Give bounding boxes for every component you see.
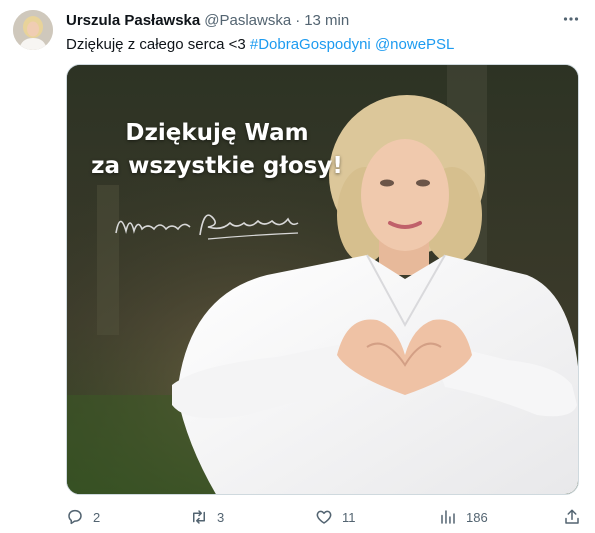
author-display-name[interactable]: Urszula Pasławska <box>66 12 200 29</box>
share-icon <box>563 508 581 526</box>
reply-count: 2 <box>93 509 101 525</box>
author-handle[interactable]: @Paslawska <box>204 12 291 29</box>
retweet-count: 3 <box>217 509 225 525</box>
mention-link[interactable]: @nowePSL <box>375 36 454 53</box>
reply-icon <box>66 508 84 526</box>
more-icon <box>562 10 580 33</box>
tweet-text: Dziękuję z całego serca <3 #DobraGospody… <box>66 36 454 54</box>
tweet[interactable]: Urszula Pasławska @Paslawska · 13 min Dzięk… <box>0 0 595 533</box>
more-options-button[interactable] <box>560 10 582 32</box>
retweet-button[interactable]: 3 <box>190 508 224 526</box>
hashtag-link[interactable]: #DobraGospodyni <box>250 36 371 53</box>
avatar[interactable] <box>13 10 53 50</box>
tweet-media-image[interactable]: Dziękuję Wam za wszystkie głosy! <box>66 64 579 495</box>
retweet-icon <box>190 508 208 526</box>
like-button[interactable]: 11 <box>315 508 356 526</box>
separator-dot: · <box>295 12 301 29</box>
headline-line-2: za wszystkie głosy! <box>91 153 343 179</box>
tweet-timestamp[interactable]: 13 min <box>304 12 349 29</box>
handwritten-signature <box>112 205 302 250</box>
tweet-header: Urszula Pasławska @Paslawska · 13 min <box>66 12 349 30</box>
like-icon <box>315 508 333 526</box>
reply-button[interactable]: 2 <box>66 508 100 526</box>
views-icon <box>439 508 457 526</box>
tweet-body: Dziękuję z całego serca <3 <box>66 36 250 53</box>
headline-line-1: Dziękuję Wam <box>125 120 309 146</box>
views-button[interactable]: 186 <box>439 508 488 526</box>
views-count: 186 <box>466 509 488 525</box>
tweet-actions: 2 3 11 186 <box>66 508 586 528</box>
like-count: 11 <box>342 509 356 525</box>
share-button[interactable] <box>563 508 581 526</box>
image-headline: Dziękuję Wam za wszystkie głosy! <box>67 117 367 183</box>
